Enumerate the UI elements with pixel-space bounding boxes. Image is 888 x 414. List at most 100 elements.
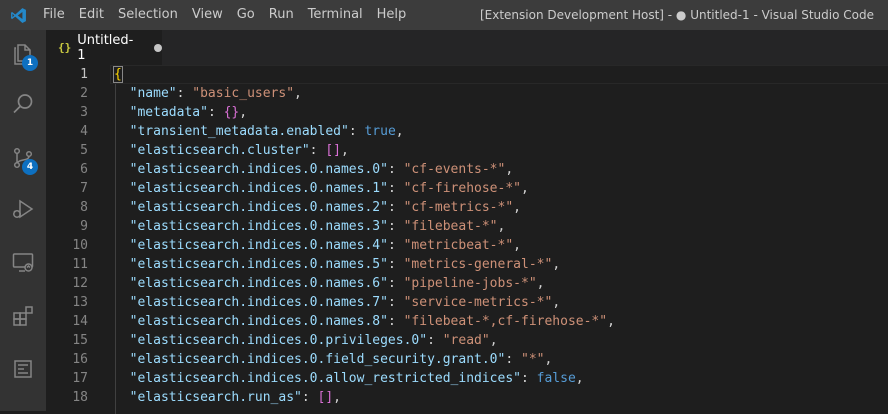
json-key: "elasticsearch.indices.0.names.3" — [129, 219, 388, 234]
line-number: 4 — [80, 124, 88, 139]
remote-explorer-icon[interactable] — [0, 238, 46, 286]
source-control-icon[interactable]: 4 — [0, 134, 46, 182]
line-number: 2 — [80, 86, 88, 101]
json-value: "read" — [442, 333, 490, 348]
menu-edit[interactable]: Edit — [72, 0, 111, 30]
tab-untitled-1[interactable]: {} Untitled-1 — [46, 30, 162, 65]
window-title: [Extension Development Host] - ● Untitle… — [479, 8, 874, 22]
vscode-logo-icon — [0, 0, 36, 30]
menu-file[interactable]: File — [36, 0, 72, 30]
line-number: 1 — [80, 67, 88, 82]
json-key: "elasticsearch.run_as" — [129, 390, 302, 405]
code-line: 6 "elasticsearch.indices.0.names.0": "cf… — [46, 160, 888, 179]
menu-selection[interactable]: Selection — [111, 0, 185, 30]
code-line: 11 "elasticsearch.indices.0.names.5": "m… — [46, 255, 888, 274]
editor-tabs: {} Untitled-1 — [46, 30, 888, 65]
json-comma: , — [544, 352, 553, 367]
json-comma: , — [513, 200, 521, 215]
json-key: "elasticsearch.indices.0.names.7" — [129, 295, 388, 310]
json-value: "cf-events-*" — [403, 162, 506, 177]
json-comma: , — [497, 219, 506, 234]
title-bar: File Edit Selection View Go Run Terminal… — [0, 0, 888, 30]
code-line: 16 "elasticsearch.indices.0.field_securi… — [46, 350, 888, 369]
code-line: 15 "elasticsearch.indices.0.privileges.0… — [46, 331, 888, 350]
run-debug-icon[interactable] — [0, 185, 46, 233]
json-colon: : — [387, 162, 404, 177]
code-line: 2 "name": "basic_users", — [46, 84, 888, 103]
json-comma: , — [395, 124, 404, 139]
unsaved-dot-icon[interactable] — [154, 43, 162, 52]
menu-view[interactable]: View — [185, 0, 230, 30]
json-comma: , — [607, 314, 615, 329]
code-content: "elasticsearch.indices.0.names.7": "serv… — [114, 293, 560, 312]
json-value: "*" — [521, 352, 545, 367]
json-key: "metadata" — [129, 105, 208, 120]
open-brace: { — [113, 66, 123, 83]
json-key: "name" — [129, 86, 177, 101]
json-key: "elasticsearch.indices.0.names.2" — [129, 200, 388, 215]
code-editor[interactable]: 1{2 "name": "basic_users", 3 "metadata": … — [46, 65, 888, 414]
code-line: 12 "elasticsearch.indices.0.names.6": "p… — [46, 274, 888, 293]
menu-go[interactable]: Go — [230, 0, 262, 30]
json-key: "elasticsearch.indices.0.allow_restricte… — [129, 371, 521, 386]
code-content: "name": "basic_users", — [114, 84, 302, 103]
extensions-icon[interactable] — [0, 292, 46, 340]
json-key: "elasticsearch.indices.0.field_security.… — [129, 352, 506, 367]
json-comma: , — [513, 238, 521, 253]
code-content: "elasticsearch.indices.0.names.1": "cf-f… — [114, 179, 529, 198]
code-content: { — [113, 65, 123, 84]
json-value: "basic_users" — [192, 86, 295, 101]
code-line: 13 "elasticsearch.indices.0.names.7": "s… — [46, 293, 888, 312]
json-comma: , — [294, 86, 302, 101]
json-colon: : — [387, 238, 404, 253]
json-key: "elasticsearch.indices.0.privileges.0" — [129, 333, 428, 348]
menu-help[interactable]: Help — [370, 0, 414, 30]
json-comma: , — [575, 371, 584, 386]
files-icon[interactable]: 1 — [0, 30, 46, 78]
code-content: "elasticsearch.run_as": [], — [114, 388, 341, 407]
notebook-icon[interactable] — [0, 345, 46, 393]
json-value: {} — [223, 105, 240, 120]
tab-label: Untitled-1 — [77, 32, 134, 63]
menu-terminal[interactable]: Terminal — [301, 0, 370, 30]
line-number: 3 — [80, 105, 88, 120]
json-colon: : — [387, 181, 404, 196]
code-content: "transient_metadata.enabled": true, — [114, 122, 404, 141]
code-content: "elasticsearch.indices.0.names.5": "metr… — [114, 255, 560, 274]
line-number: 8 — [80, 200, 88, 215]
json-colon: : — [387, 219, 404, 234]
json-key: "elasticsearch.indices.0.names.6" — [129, 276, 388, 291]
line-number: 10 — [72, 238, 88, 253]
code-content: "elasticsearch.indices.0.names.6": "pipe… — [114, 274, 545, 293]
code-content: "elasticsearch.indices.0.names.0": "cf-e… — [114, 160, 514, 179]
json-comma: , — [552, 295, 561, 310]
json-value: "metricbeat-*" — [403, 238, 514, 253]
code-content: "elasticsearch.indices.0.field_security.… — [114, 350, 553, 369]
json-colon: : — [387, 257, 404, 272]
line-number: 16 — [72, 352, 88, 367]
line-number: 5 — [80, 143, 88, 158]
line-number: 13 — [72, 295, 88, 310]
code-line: 7 "elasticsearch.indices.0.names.1": "cf… — [46, 179, 888, 198]
json-file-icon: {} — [58, 41, 72, 54]
menu-run[interactable]: Run — [262, 0, 301, 30]
json-key: "elasticsearch.cluster" — [129, 143, 310, 158]
json-colon: : — [387, 200, 404, 215]
current-line-highlight — [110, 65, 888, 84]
json-colon: : — [521, 371, 537, 386]
line-number: 12 — [72, 276, 88, 291]
json-comma: , — [239, 105, 248, 120]
json-colon: : — [176, 86, 193, 101]
json-colon: : — [301, 390, 318, 405]
search-icon[interactable] — [0, 80, 46, 128]
code-line: 17 "elasticsearch.indices.0.allow_restri… — [46, 369, 888, 388]
json-value: false — [536, 371, 576, 386]
json-value: "service-metrics-*" — [403, 295, 553, 310]
json-comma: , — [536, 276, 545, 291]
line-number: 6 — [80, 162, 88, 177]
json-colon: : — [348, 124, 365, 139]
line-number: 14 — [72, 314, 88, 329]
code-line: 4 "transient_metadata.enabled": true, — [46, 122, 888, 141]
json-comma: , — [552, 257, 561, 272]
json-key: "elasticsearch.indices.0.names.0" — [129, 162, 388, 177]
